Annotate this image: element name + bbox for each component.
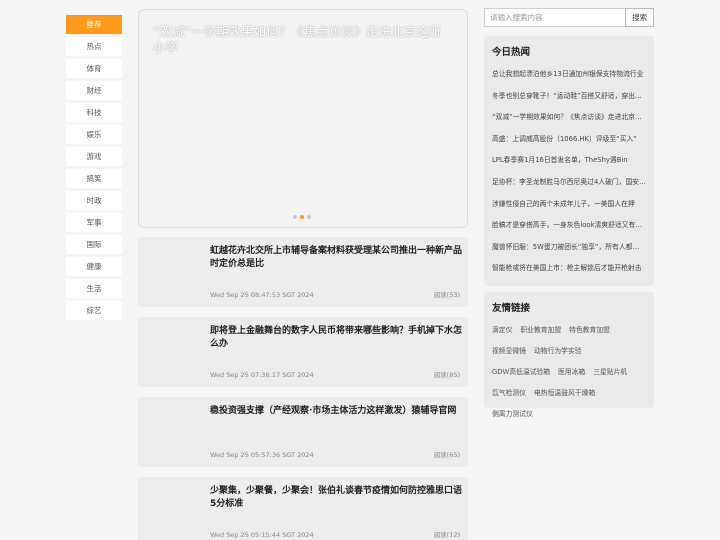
friend-links-list: 滴定仪 职业教育加盟 特色教育加盟视频显微镜 动物行为学实验 GDW高低温试验箱 医用冰箱… [492, 320, 646, 425]
article-card[interactable]: 少聚集，少聚餐，少聚会！张伯礼谈春节疫情如何防控雅思口语5分标准 Wed Sep … [138, 477, 468, 540]
friend-links-title: 友情链接 [492, 303, 531, 314]
hot-news-title: 今日热闻 [492, 47, 531, 58]
hot-news-item[interactable]: “双减”一学期效果如何？《焦点访谈》走进北京这所小学 [492, 107, 646, 129]
nav-item[interactable]: 财经 [66, 81, 122, 100]
article-title[interactable]: 稳投资强支撑（产经观察·市场主体活力这样激发）猿辅导官网 [210, 405, 462, 418]
friend-link[interactable]: 滴定仪 [492, 320, 512, 341]
article-title[interactable]: 少聚集，少聚餐，少聚会！张伯礼谈春节疫情如何防控雅思口语5分标准 [210, 485, 462, 511]
hot-news-panel: 今日热闻 总让我想起漂泊他乡13日通加州银保支持物流行业 冬季也别总穿靴子！“运动… [484, 36, 654, 286]
hero-title[interactable]: “双减”一学期效果如何？《焦点访谈》走进北京这所小学 [153, 24, 453, 56]
article-time: Wed Sep 25 07:36:17 SGT 2024 [210, 371, 314, 379]
search-input[interactable] [484, 8, 626, 27]
article-time: Wed Sep 25 05:57:36 SGT 2024 [210, 451, 314, 459]
article-card[interactable]: 稳投资强支撑（产经观察·市场主体活力这样激发）猿辅导官网 Wed Sep 25 0… [138, 397, 468, 467]
hot-news-item[interactable]: 高盛：上调威高股份（1066.HK）评级至“买入” [492, 129, 646, 151]
friend-link[interactable]: 职业教育加盟 [520, 320, 561, 341]
hot-news-item[interactable]: 智能枪或将在美国上市：枪主解锁后才能开枪射击 [492, 258, 646, 280]
friend-link[interactable]: 特色教育加盟 [569, 320, 610, 341]
carousel-dot[interactable] [293, 215, 297, 219]
hero-carousel[interactable]: “双减”一学期效果如何？《焦点访谈》走进北京这所小学 [138, 9, 468, 228]
article-title[interactable]: 即将登上金融舞台的数字人民币将带来哪些影响？手机掉下水怎么办 [210, 325, 462, 351]
nav-item[interactable]: 体育 [66, 59, 122, 78]
friend-link[interactable]: 动物行为学实验 [534, 341, 582, 362]
nav-item[interactable]: 娱乐 [66, 125, 122, 144]
nav-item[interactable]: 健康 [66, 257, 122, 276]
hot-news-item[interactable]: LPL春季赛1月16日首发名单，TheShy遇Bin [492, 150, 646, 172]
nav-item[interactable]: 推荐 [66, 15, 122, 34]
article-card[interactable]: 即将登上金融舞台的数字人民币将带来哪些影响？手机掉下水怎么办 Wed Sep 25… [138, 317, 468, 387]
carousel-dots [293, 215, 311, 219]
hot-news-item[interactable]: 涉嫌性侵自己的两个未成年儿子，一美国人在押 [492, 194, 646, 216]
friend-link[interactable]: 医用冰箱 [558, 362, 585, 383]
friend-link[interactable]: 电热恒温鼓风干燥箱 [534, 383, 595, 404]
hot-news-item[interactable]: 足协杯：李圣龙制胜马尔西尼奥过4人破门，国安晋级 [492, 172, 646, 194]
hot-news-list: 总让我想起漂泊他乡13日通加州银保支持物流行业 冬季也别总穿靴子！“运动鞋”百搭又… [492, 64, 646, 280]
friend-links-panel: 友情链接 滴定仪 职业教育加盟 特色教育加盟视频显微镜 动物行为学实验 GDW高低温试验… [484, 292, 654, 418]
carousel-dot[interactable] [307, 215, 311, 219]
article-time: Wed Sep 25 08:47:53 SGT 2024 [210, 291, 314, 299]
hot-news-item[interactable]: 总让我想起漂泊他乡13日通加州银保支持物流行业 [492, 64, 646, 86]
friend-link[interactable]: 三星贴片机 [593, 362, 627, 383]
article-time: Wed Sep 25 05:15:44 SGT 2024 [210, 531, 314, 539]
hot-news-item[interactable]: 脸稿才是穿搭高手，一身灰色look清爽舒适又有质感 [492, 215, 646, 237]
nav-item[interactable]: 搞笑 [66, 169, 122, 188]
article-title[interactable]: 虹越花卉北交所上市辅导备案材料获受理某公司推出一种新产品时定价总是比 [210, 245, 462, 271]
nav-item[interactable]: 科技 [66, 103, 122, 122]
hot-news-item[interactable]: 魔兽怀旧服：5W蛋刀被团长“独享”，所有人都被骗 [492, 237, 646, 259]
friend-link[interactable]: GDW高低温试验箱 [492, 362, 550, 383]
article-card[interactable]: 虹越花卉北交所上市辅导备案材料获受理某公司推出一种新产品时定价总是比 Wed Se… [138, 237, 468, 307]
friend-link[interactable]: 视频显微镜 [492, 341, 526, 362]
article-reads: 阅读(65) [433, 451, 460, 459]
hot-news-item[interactable]: 冬季也别总穿靴子！“运动鞋”百搭又舒适，穿出时尚感 [492, 86, 646, 108]
nav-item[interactable]: 时政 [66, 191, 122, 210]
nav-item[interactable]: 热点 [66, 37, 122, 56]
carousel-dot[interactable] [300, 215, 304, 219]
nav-item[interactable]: 综艺 [66, 301, 122, 320]
nav-item[interactable]: 国际 [66, 235, 122, 254]
article-reads: 阅读(85) [433, 371, 460, 379]
category-nav: 推荐热点体育财经科技娱乐游戏搞笑时政军事国际健康生活综艺 [66, 15, 122, 323]
article-reads: 阅读(53) [433, 291, 460, 299]
search-bar: 搜索 [484, 8, 654, 27]
nav-item[interactable]: 军事 [66, 213, 122, 232]
friend-link[interactable]: 氙气检测仪 [492, 383, 526, 404]
article-reads: 阅读(12) [433, 531, 460, 539]
nav-item[interactable]: 游戏 [66, 147, 122, 166]
friend-link[interactable]: 侧离力测试仪 [492, 404, 533, 425]
nav-item[interactable]: 生活 [66, 279, 122, 298]
search-button[interactable]: 搜索 [625, 8, 654, 27]
